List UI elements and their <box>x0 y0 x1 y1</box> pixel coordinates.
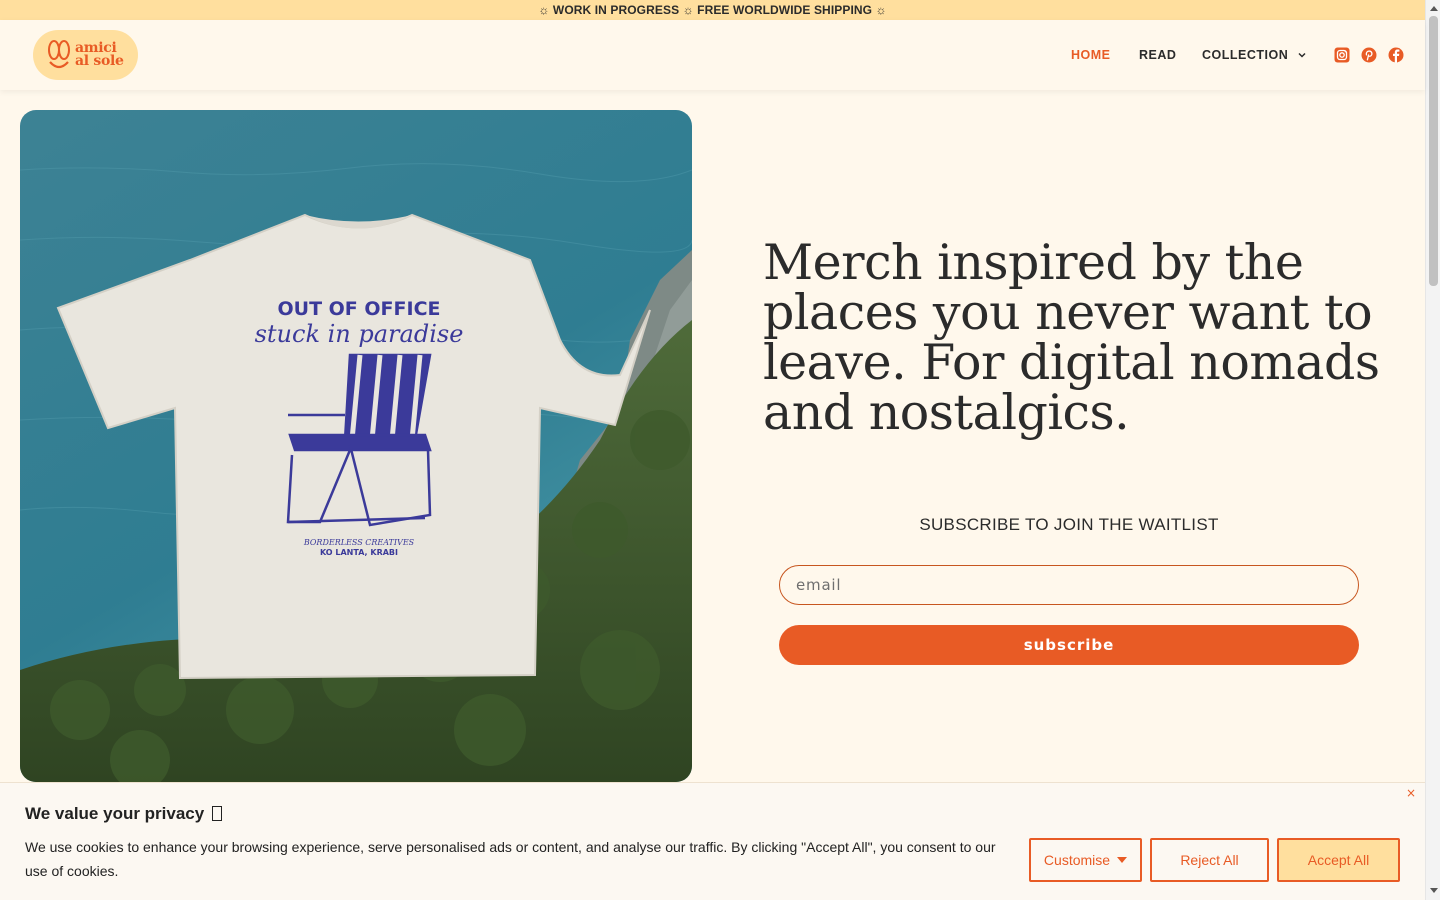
scroll-up-icon[interactable] <box>1430 6 1438 11</box>
scroll-thumb[interactable] <box>1429 16 1438 286</box>
chevron-down-icon <box>1298 52 1306 58</box>
hero-headline: Merch inspired by the places you never w… <box>763 234 1380 441</box>
cookie-title: We value your privacy <box>25 804 222 824</box>
reject-all-button[interactable]: Reject All <box>1150 838 1269 882</box>
shirt-print-credit: BORDERLESS CREATIVES <box>303 538 415 547</box>
shirt-print-location: KO LANTA, KRABI <box>320 548 398 557</box>
sun-face-logo-icon <box>48 40 70 69</box>
brand-line-2: al sole <box>75 53 124 69</box>
customise-button[interactable]: Customise <box>1029 838 1142 882</box>
shirt-print-title: OUT OF OFFICE <box>277 298 440 320</box>
cookie-description: We use cookies to enhance your browsing … <box>25 839 996 879</box>
tshirt-on-coast-illustration: OUT OF OFFICE stuck in paradise BORDERLE… <box>20 110 692 782</box>
brand-wordmark: amici al sole <box>75 41 124 69</box>
cookie-banner: We value your privacy We use cookies to … <box>0 782 1425 900</box>
shirt-print-subtitle: stuck in paradise <box>255 320 464 348</box>
site-header: amici al sole HOME READ COLLECTION <box>0 20 1425 90</box>
nav-home[interactable]: HOME <box>1071 20 1111 90</box>
pinterest-icon[interactable] <box>1361 47 1377 63</box>
waitlist-title: SUBSCRIBE TO JOIN THE WAITLIST <box>919 515 1219 534</box>
nav-collection-label: COLLECTION <box>1202 48 1289 62</box>
announcement-bar: ☼ WORK IN PROGRESS ☼ FREE WORLDWIDE SHIP… <box>0 0 1425 20</box>
instagram-icon[interactable] <box>1334 47 1350 63</box>
hero-product-image: OUT OF OFFICE stuck in paradise BORDERLE… <box>20 110 692 782</box>
customise-label: Customise <box>1043 852 1111 868</box>
cookie-glyph-icon <box>211 806 222 821</box>
nav-collection[interactable]: COLLECTION <box>1202 20 1307 90</box>
subscribe-button[interactable]: subscribe <box>779 625 1359 665</box>
brand-logo[interactable]: amici al sole <box>33 30 138 80</box>
scroll-down-icon[interactable] <box>1430 888 1438 893</box>
facebook-icon[interactable] <box>1388 47 1404 63</box>
cookie-close-icon[interactable]: × <box>1405 787 1417 799</box>
page-scrollbar[interactable] <box>1425 0 1440 900</box>
nav-read[interactable]: READ <box>1139 20 1176 90</box>
caret-down-icon <box>1117 857 1128 863</box>
accept-all-button[interactable]: Accept All <box>1277 838 1400 882</box>
email-input[interactable] <box>779 565 1359 605</box>
cookie-title-text: We value your privacy <box>25 804 205 823</box>
